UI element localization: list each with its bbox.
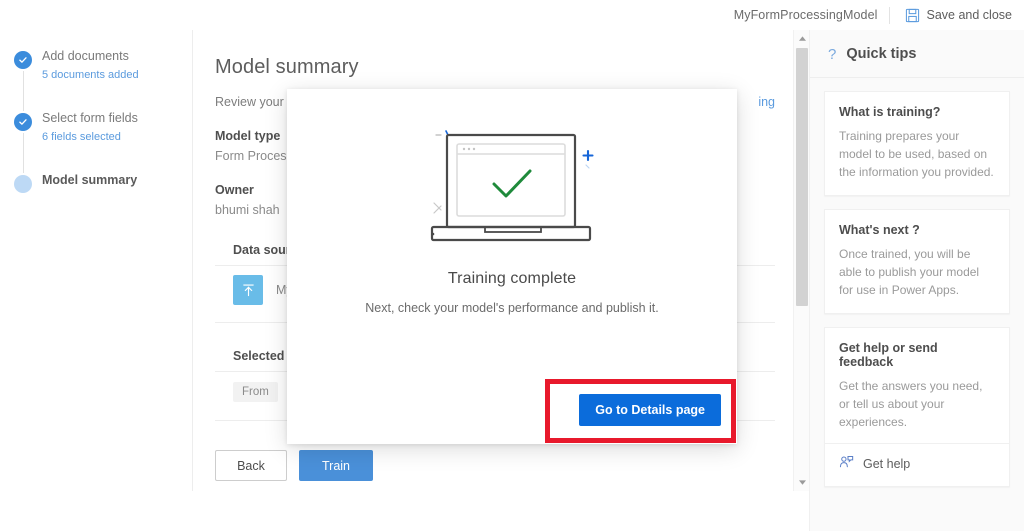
wizard-step-title: Add documents [42, 49, 129, 63]
get-help-link-label: Get help [863, 456, 911, 471]
step-complete-check-icon [14, 51, 32, 69]
wizard-step-subtitle: 6 fields selected [42, 131, 121, 143]
upload-icon [233, 275, 263, 305]
wizard-rail: Add documents 5 documents added Select f… [0, 30, 193, 491]
review-description: Review your m [215, 95, 298, 109]
step-current-dot-icon [14, 175, 32, 193]
learn-more-link[interactable]: ing [758, 95, 775, 109]
step-connector-line [22, 71, 24, 111]
scroll-down-arrow-icon[interactable] [794, 474, 810, 491]
tip-card-body: Get the answers you need, or tell us abo… [839, 379, 983, 429]
tip-card-whats-next: What's next ? Once trained, you will be … [824, 209, 1010, 314]
field-chip: From [233, 382, 278, 402]
step-connector-line [22, 133, 24, 173]
tip-card-body: Once trained, you will be able to publis… [839, 247, 980, 297]
go-to-details-page-button[interactable]: Go to Details page [579, 394, 721, 426]
tip-card-heading: What is training? [839, 105, 941, 119]
model-name-label: MyFormProcessingModel [733, 8, 878, 22]
content-scrollbar[interactable] [793, 30, 809, 491]
save-floppy-icon [905, 8, 920, 23]
save-and-close-button[interactable]: Save and close [901, 4, 1016, 27]
quick-tips-header: ? Quick tips [810, 30, 1024, 78]
wizard-step-model-summary[interactable]: Model summary [0, 172, 192, 234]
back-button[interactable]: Back [215, 450, 287, 481]
wizard-step-title: Model summary [42, 173, 138, 187]
toolbar-divider [888, 6, 890, 24]
quick-tips-panel: ? Quick tips What is training? Training … [809, 30, 1024, 531]
tip-card-body: Training prepares your model to be used,… [839, 129, 994, 179]
tip-card-get-help: Get help or send feedback Get the answer… [824, 327, 1010, 487]
top-command-bar: MyFormProcessingModel Save and close [0, 0, 1024, 30]
training-complete-dialog: Training complete Next, check your model… [287, 89, 737, 444]
question-mark-icon: ? [828, 45, 837, 63]
scrollbar-thumb[interactable] [796, 48, 808, 306]
wizard-step-add-documents[interactable]: Add documents 5 documents added [0, 48, 192, 111]
tip-card-heading: Get help or send feedback [839, 341, 938, 369]
wizard-footer: Back Train [193, 440, 809, 491]
dialog-title: Training complete [447, 270, 577, 287]
tip-card-divider [825, 443, 1009, 444]
app-root: MyFormProcessingModel Save and close Add… [0, 0, 1024, 531]
wizard-step-select-form-fields[interactable]: Select form fields 6 fields selected [0, 110, 192, 173]
quick-tips-title: Quick tips [846, 46, 917, 62]
page-title: Model summary [215, 56, 359, 78]
wizard-step-title: Select form fields [42, 111, 138, 125]
laptop-with-checkmark-illustration [287, 89, 737, 252]
train-button[interactable]: Train [299, 450, 373, 481]
dialog-actions: Go to Details page [579, 394, 721, 426]
wizard-step-subtitle: 5 documents added [42, 69, 139, 81]
scroll-up-arrow-icon[interactable] [794, 30, 810, 47]
get-help-link[interactable]: Get help [839, 455, 995, 472]
step-complete-check-icon [14, 113, 32, 131]
tip-card-what-is-training: What is training? Training prepares your… [824, 91, 1010, 196]
save-and-close-label: Save and close [926, 8, 1012, 22]
get-help-person-icon [839, 455, 854, 472]
dialog-subtitle: Next, check your model's performance and… [365, 301, 659, 315]
tip-card-heading: What's next ? [839, 223, 920, 237]
